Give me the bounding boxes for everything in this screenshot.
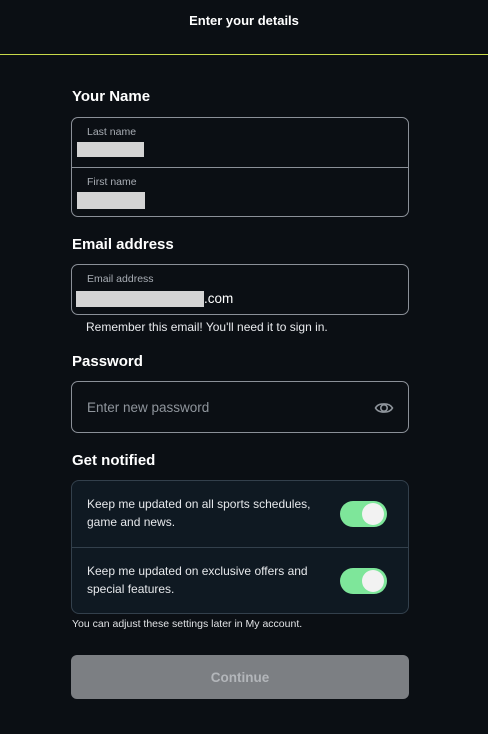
notify-section-heading: Get notified — [72, 452, 156, 469]
password-input[interactable] — [87, 397, 357, 417]
notify-option-offers: Keep me updated on exclusive offers and … — [72, 547, 408, 613]
page-title: Enter your details — [189, 13, 299, 28]
email-hint: Remember this email! You'll need it to s… — [86, 320, 328, 334]
email-field[interactable]: Email address .com — [72, 265, 408, 314]
notification-preferences: Keep me updated on all sports schedules,… — [71, 480, 409, 614]
email-label: Email address — [87, 273, 154, 285]
eye-icon[interactable] — [374, 398, 394, 418]
first-name-label: First name — [87, 176, 137, 188]
notify-option-text: Keep me updated on exclusive offers and … — [87, 564, 308, 596]
email-section-heading: Email address — [72, 236, 174, 253]
notify-option-text: Keep me updated on all sports schedules,… — [87, 497, 311, 529]
settings-footnote: You can adjust these settings later in M… — [72, 618, 303, 630]
offers-updates-toggle[interactable] — [340, 568, 387, 594]
last-name-label: Last name — [87, 126, 137, 138]
password-field — [71, 381, 409, 433]
first-name-value-redacted — [77, 192, 145, 209]
notify-option-sports: Keep me updated on all sports schedules,… — [72, 481, 408, 547]
name-fields: Last name First name — [71, 117, 409, 217]
name-section-heading: Your Name — [72, 88, 151, 105]
last-name-value-redacted — [77, 142, 144, 157]
email-field-group: Email address .com — [71, 264, 409, 315]
toggle-knob — [362, 570, 384, 592]
email-value-redacted — [76, 291, 204, 307]
password-section-heading: Password — [72, 353, 143, 370]
continue-button[interactable]: Continue — [71, 655, 409, 699]
first-name-field[interactable]: First name — [72, 167, 408, 216]
last-name-field[interactable]: Last name — [72, 118, 408, 167]
header-bar: Enter your details — [0, 0, 488, 55]
toggle-knob — [362, 503, 384, 525]
sports-updates-toggle[interactable] — [340, 501, 387, 527]
email-value-suffix: .com — [204, 291, 234, 306]
